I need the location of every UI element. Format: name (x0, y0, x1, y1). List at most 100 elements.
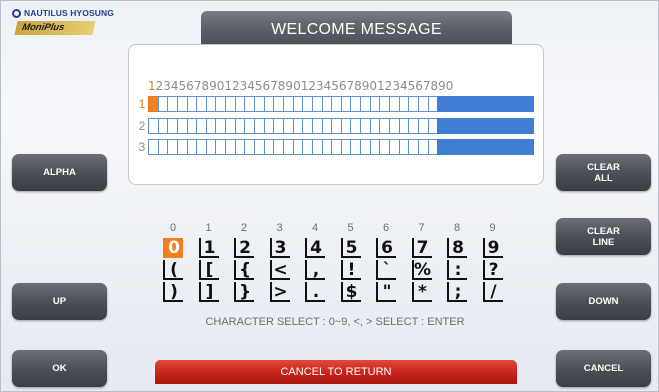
alpha-button[interactable]: ALPHA (12, 154, 107, 191)
character-cell[interactable] (340, 96, 351, 112)
char-key[interactable]: < (269, 260, 290, 280)
character-cell[interactable] (148, 118, 158, 134)
character-cell[interactable] (495, 139, 505, 155)
character-cell[interactable] (244, 139, 255, 155)
character-cell[interactable] (302, 96, 312, 112)
cancel-to-return-button[interactable]: CANCEL TO RETURN (155, 360, 517, 384)
character-cell[interactable] (485, 96, 496, 112)
character-cell[interactable] (456, 118, 467, 134)
character-cell[interactable] (514, 118, 524, 134)
char-key[interactable]: : (447, 260, 467, 280)
character-cell[interactable] (360, 139, 370, 155)
character-cell[interactable] (167, 96, 177, 112)
character-cell[interactable] (523, 139, 534, 155)
character-cell[interactable] (398, 118, 409, 134)
character-cell[interactable] (485, 118, 496, 134)
character-cell[interactable] (311, 96, 322, 112)
character-cell[interactable] (176, 139, 187, 155)
character-cell[interactable] (504, 96, 515, 112)
character-cell[interactable] (273, 118, 283, 134)
character-cell[interactable] (254, 139, 264, 155)
character-cell[interactable] (254, 118, 264, 134)
character-cell[interactable] (167, 139, 177, 155)
character-cell[interactable] (437, 118, 447, 134)
character-cell[interactable] (244, 118, 255, 134)
char-key[interactable]: % (411, 260, 432, 280)
character-cell[interactable] (360, 118, 370, 134)
character-cell[interactable] (302, 139, 312, 155)
character-cell[interactable] (176, 118, 187, 134)
character-cell[interactable] (157, 96, 168, 112)
character-cell[interactable] (398, 96, 409, 112)
character-cell[interactable] (427, 96, 438, 112)
character-cell[interactable] (437, 96, 447, 112)
char-key[interactable]: { (234, 260, 254, 280)
char-key[interactable]: " (376, 282, 396, 302)
character-cell[interactable] (186, 139, 197, 155)
character-cell[interactable] (282, 96, 293, 112)
character-cell[interactable] (321, 139, 332, 155)
character-cell[interactable] (456, 96, 467, 112)
character-cell[interactable] (408, 96, 418, 112)
character-cell[interactable] (379, 96, 390, 112)
character-cell[interactable] (475, 118, 486, 134)
character-cell[interactable] (340, 139, 351, 155)
char-key[interactable]: * (411, 282, 432, 302)
character-cell[interactable] (292, 139, 303, 155)
char-key[interactable]: ( (163, 260, 183, 280)
character-cell[interactable] (186, 118, 197, 134)
character-cell[interactable] (417, 118, 428, 134)
character-cell[interactable] (523, 96, 534, 112)
char-key[interactable]: $ (340, 282, 361, 302)
character-cell[interactable] (485, 139, 496, 155)
character-cell[interactable] (475, 96, 486, 112)
char-key[interactable]: 0 (163, 238, 183, 258)
character-cell[interactable] (466, 96, 476, 112)
message-line-1[interactable] (148, 96, 534, 112)
char-key[interactable]: ] (198, 282, 219, 302)
character-cell[interactable] (523, 118, 534, 134)
character-cell[interactable] (495, 118, 505, 134)
message-line-2[interactable] (148, 118, 534, 134)
char-key[interactable]: 4 (305, 238, 325, 258)
character-cell[interactable] (331, 118, 341, 134)
cursor-cell[interactable] (148, 96, 158, 112)
char-key[interactable]: ; (447, 282, 467, 302)
character-cell[interactable] (225, 96, 235, 112)
character-cell[interactable] (427, 139, 438, 155)
character-cell[interactable] (504, 118, 515, 134)
character-cell[interactable] (350, 139, 361, 155)
character-cell[interactable] (446, 139, 457, 155)
character-cell[interactable] (234, 118, 245, 134)
character-cell[interactable] (379, 118, 390, 134)
character-cell[interactable] (446, 96, 457, 112)
char-key[interactable]: 3 (269, 238, 290, 258)
character-cell[interactable] (282, 118, 293, 134)
character-cell[interactable] (389, 118, 399, 134)
character-cell[interactable] (417, 139, 428, 155)
character-cell[interactable] (398, 139, 409, 155)
char-key[interactable]: , (305, 260, 325, 280)
character-cell[interactable] (225, 118, 235, 134)
character-cell[interactable] (157, 118, 168, 134)
character-cell[interactable] (514, 139, 524, 155)
character-cell[interactable] (389, 139, 399, 155)
character-cell[interactable] (350, 118, 361, 134)
character-cell[interactable] (350, 96, 361, 112)
character-cell[interactable] (466, 139, 476, 155)
character-cell[interactable] (225, 139, 235, 155)
character-cell[interactable] (215, 96, 226, 112)
character-cell[interactable] (417, 96, 428, 112)
character-cell[interactable] (176, 96, 187, 112)
clear-all-button[interactable]: CLEAR ALL (556, 154, 651, 191)
ok-button[interactable]: OK (12, 350, 107, 387)
character-cell[interactable] (205, 96, 216, 112)
char-key[interactable]: [ (198, 260, 219, 280)
character-cell[interactable] (263, 118, 274, 134)
char-key[interactable]: > (269, 282, 290, 302)
character-cell[interactable] (408, 139, 418, 155)
character-cell[interactable] (331, 139, 341, 155)
character-cell[interactable] (504, 139, 515, 155)
character-cell[interactable] (263, 96, 274, 112)
character-cell[interactable] (369, 118, 380, 134)
